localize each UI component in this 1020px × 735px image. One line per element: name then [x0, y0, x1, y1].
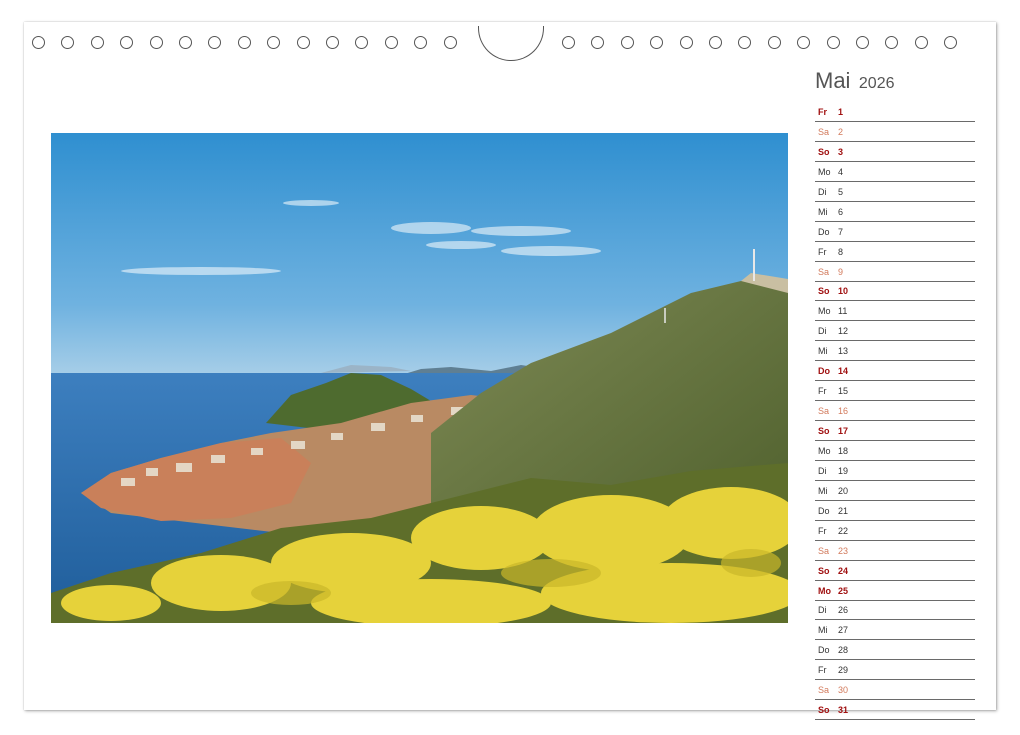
day-number: 2 — [838, 126, 844, 137]
weekday-label: Mo — [818, 306, 831, 317]
day-number: 22 — [838, 525, 849, 536]
day-number: 28 — [838, 645, 849, 656]
day-row: Fr 15 — [815, 382, 975, 402]
weekday-label: Mo — [818, 166, 831, 177]
month-title: Mai 2026 — [815, 68, 895, 94]
day-number: 9 — [838, 266, 844, 277]
weekday-label: So — [818, 426, 830, 436]
weekday-label: Di — [818, 326, 827, 337]
weekday-label: Mi — [818, 485, 828, 496]
day-row: Mi 20 — [815, 482, 975, 501]
day-number: 5 — [838, 186, 844, 197]
day-row: So 31 — [815, 701, 975, 721]
day-row: Do 28 — [815, 641, 975, 661]
weekday-label: So — [818, 286, 830, 297]
day-number: 4 — [838, 166, 844, 177]
weekday-label: Mi — [818, 625, 828, 636]
day-row: Mo 25 — [815, 582, 975, 601]
day-row: Fr 22 — [815, 522, 975, 541]
day-number: 8 — [838, 246, 844, 257]
weekday-label: Sa — [818, 545, 830, 556]
weekday-label: Di — [818, 465, 827, 476]
weekday-label: Fr — [818, 386, 827, 397]
weekday-label: Mo — [818, 585, 831, 596]
weekday-label: So — [818, 565, 830, 576]
day-number: 18 — [838, 445, 849, 456]
day-number: 16 — [838, 406, 849, 417]
day-row: Fr 1 — [815, 103, 975, 122]
weekday-label: Do — [818, 645, 830, 656]
day-number: 1 — [838, 107, 844, 117]
day-number: 10 — [838, 286, 849, 297]
day-row: Mi 27 — [815, 621, 975, 641]
weekday-label: Sa — [818, 406, 830, 417]
day-number: 26 — [838, 605, 849, 616]
day-row: Sa 30 — [815, 681, 975, 701]
day-row: So 17 — [815, 422, 975, 441]
day-row: Sa 16 — [815, 402, 975, 422]
weekday-label: So — [818, 705, 830, 716]
day-row: Sa 23 — [815, 542, 975, 561]
weekday-label: Di — [818, 186, 827, 197]
weekday-label: Fr — [818, 246, 827, 257]
day-row: Do 21 — [815, 502, 975, 521]
day-row: Mi 6 — [815, 203, 975, 222]
day-number: 7 — [838, 226, 844, 237]
weekday-label: Sa — [818, 126, 830, 137]
day-number: 6 — [838, 206, 844, 217]
day-row: Do 7 — [815, 223, 975, 242]
day-number: 30 — [838, 685, 849, 696]
weekday-label: Do — [818, 505, 830, 516]
day-number: 27 — [838, 625, 849, 636]
day-row: Di 19 — [815, 462, 975, 481]
day-number: 21 — [838, 505, 849, 516]
day-list: Fr 1 Sa 2 So 3 Mo 4 Di 5 Mi 6 Do 7 Fr 8 Sa 9 So 10 Mo 11 Di 12 M… — [815, 103, 975, 721]
day-number: 3 — [838, 146, 844, 157]
day-number: 23 — [838, 545, 849, 556]
day-row: Mo 4 — [815, 163, 975, 182]
day-number: 25 — [838, 585, 849, 596]
day-number: 15 — [838, 386, 849, 397]
day-row: Di 5 — [815, 183, 975, 202]
day-number: 17 — [838, 426, 849, 436]
weekday-label: Do — [818, 226, 830, 237]
day-row: Di 26 — [815, 601, 975, 621]
day-row: Fr 8 — [815, 243, 975, 262]
day-number: 19 — [838, 465, 849, 476]
day-number: 29 — [838, 665, 849, 676]
weekday-label: Mi — [818, 346, 828, 357]
weekday-label: So — [818, 146, 830, 157]
weekday-label: Mo — [818, 445, 831, 456]
day-row: Mo 11 — [815, 302, 975, 322]
weekday-label: Fr — [818, 525, 827, 536]
day-row: Mo 18 — [815, 442, 975, 461]
day-row: So 3 — [815, 143, 975, 162]
month-name: Mai — [815, 68, 851, 93]
day-number: 13 — [838, 346, 849, 357]
day-number: 24 — [838, 565, 849, 576]
day-row: Mi 13 — [815, 342, 975, 362]
day-row: So 24 — [815, 562, 975, 581]
weekday-label: Fr — [818, 107, 827, 117]
day-row: Sa 2 — [815, 123, 975, 142]
landscape-photo — [51, 133, 788, 623]
day-row: So 10 — [815, 282, 975, 302]
day-row: Do 14 — [815, 362, 975, 382]
day-row: Sa 9 — [815, 263, 975, 282]
weekday-label: Fr — [818, 665, 827, 676]
day-number: 20 — [838, 485, 849, 496]
weekday-label: Sa — [818, 266, 830, 277]
year: 2026 — [858, 75, 895, 92]
day-number: 31 — [838, 705, 849, 716]
day-number: 12 — [838, 326, 849, 337]
weekday-label: Mi — [818, 206, 828, 217]
weekday-label: Sa — [818, 685, 830, 696]
weekday-label: Di — [818, 605, 827, 616]
day-number: 11 — [838, 306, 848, 317]
weekday-label: Do — [818, 366, 830, 377]
day-number: 14 — [838, 366, 849, 377]
day-row: Fr 29 — [815, 661, 975, 681]
day-row: Di 12 — [815, 322, 975, 342]
